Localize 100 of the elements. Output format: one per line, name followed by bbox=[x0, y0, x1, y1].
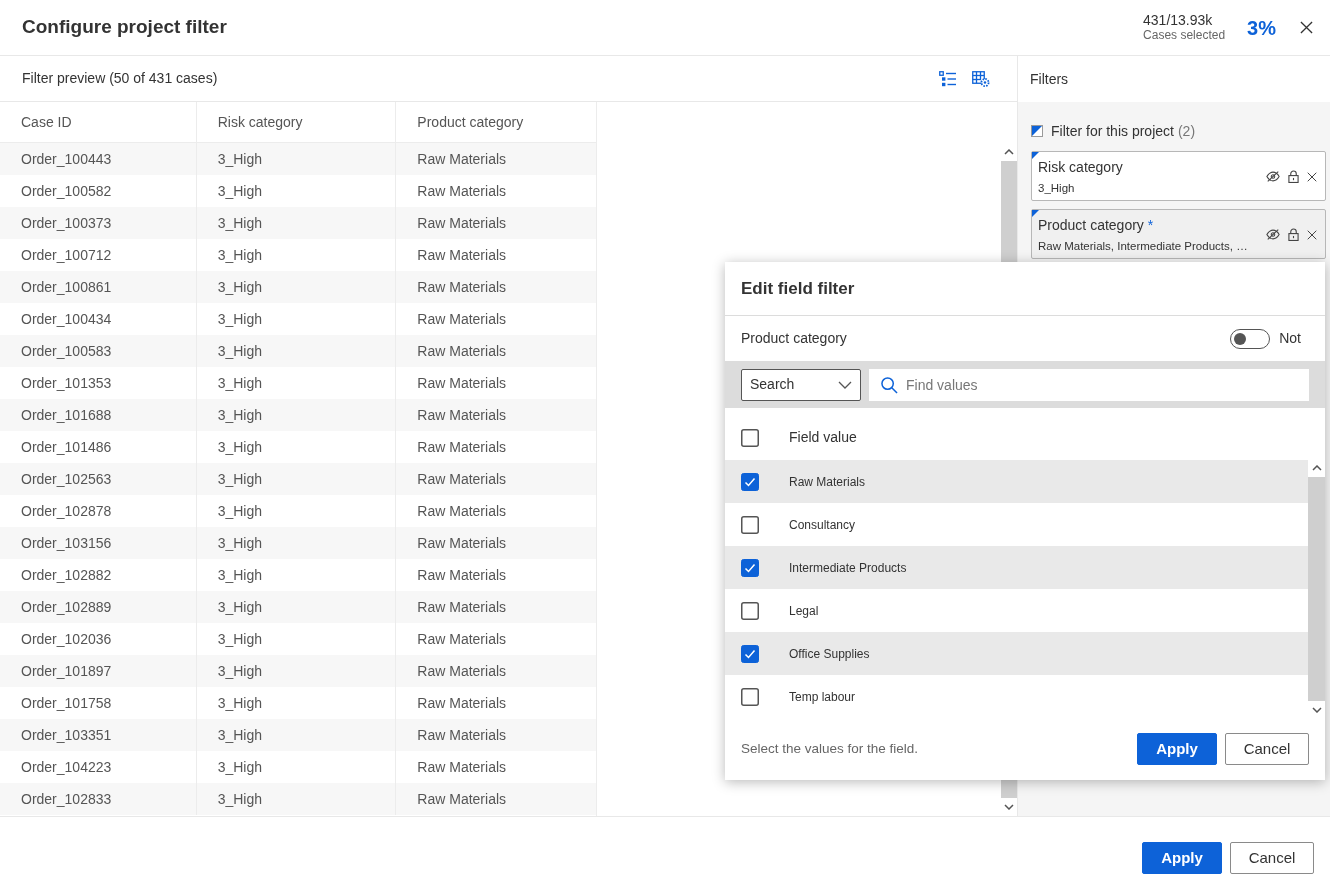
apply-button[interactable]: Apply bbox=[1142, 842, 1222, 874]
case-count: 431/13.93k bbox=[1143, 12, 1214, 28]
table-cell: Order_101897 bbox=[0, 655, 197, 687]
table-cell: 3_High bbox=[196, 143, 397, 175]
value-label: Consultancy bbox=[789, 516, 856, 534]
close-icon[interactable] bbox=[1300, 21, 1313, 34]
checkbox[interactable] bbox=[741, 472, 759, 491]
modified-marker: * bbox=[1147, 216, 1154, 235]
filter-card[interactable]: Risk category 3_High bbox=[1031, 151, 1326, 201]
table-cell: Order_102889 bbox=[0, 591, 197, 623]
column-header[interactable]: Product category bbox=[396, 102, 596, 142]
checkbox[interactable] bbox=[741, 558, 759, 577]
checkbox[interactable] bbox=[741, 687, 759, 706]
table-cell: 3_High bbox=[196, 207, 397, 239]
table-cell: Order_100861 bbox=[0, 271, 197, 303]
dialog-title: Configure project filter bbox=[22, 15, 227, 40]
value-label: Legal bbox=[789, 602, 819, 620]
caret-down-icon[interactable] bbox=[1311, 707, 1322, 713]
toggle-label: Not bbox=[1279, 329, 1301, 348]
column-header[interactable]: Case ID bbox=[0, 102, 197, 142]
table-cell-text: Raw Materials bbox=[416, 405, 508, 425]
table-cell-text: Raw Materials bbox=[416, 149, 508, 169]
checkbox[interactable] bbox=[741, 644, 759, 663]
table-cell-text: Raw Materials bbox=[416, 789, 508, 809]
close-icon[interactable] bbox=[1307, 171, 1317, 182]
filter-value: Raw Materials, Intermediate Products, … bbox=[1038, 239, 1248, 254]
table-cell: Order_100583 bbox=[0, 335, 197, 367]
table-cell: 3_High bbox=[196, 271, 397, 303]
caret-up-icon[interactable] bbox=[1004, 149, 1014, 155]
table-cell-text: Raw Materials bbox=[416, 437, 508, 457]
search-icon bbox=[881, 376, 898, 394]
table-cell: 3_High bbox=[196, 463, 397, 495]
table-cell-text: Raw Materials bbox=[416, 373, 508, 393]
table-cell: Order_102563 bbox=[0, 463, 197, 495]
list-header-label: Field value bbox=[789, 428, 857, 447]
table-cell-text: Raw Materials bbox=[416, 469, 508, 489]
table-cell: Order_102833 bbox=[0, 783, 197, 815]
search-field[interactable]: Find values bbox=[869, 368, 1309, 401]
value-label: Office Supplies bbox=[789, 645, 870, 663]
hint-text: Select the values for the field. bbox=[741, 739, 919, 758]
table-cell-text: Raw Materials bbox=[416, 661, 508, 681]
lock-icon[interactable] bbox=[1288, 170, 1299, 183]
percent-value: 3% bbox=[1247, 15, 1276, 41]
table-cell-text: Raw Materials bbox=[416, 181, 508, 201]
lock-icon[interactable] bbox=[1288, 228, 1299, 241]
checkbox[interactable] bbox=[741, 601, 759, 620]
mode-select[interactable]: Search bbox=[741, 368, 861, 401]
table-cell: 3_High bbox=[196, 335, 397, 367]
preview-title: Filter preview (50 of 431 cases) bbox=[22, 69, 218, 88]
eye-slash-icon[interactable] bbox=[1266, 171, 1280, 182]
filter-card[interactable]: Product category * Raw Materials, Intermediate Products, … bbox=[1031, 209, 1326, 259]
caret-up-icon[interactable] bbox=[1311, 465, 1322, 471]
scrollbar-thumb[interactable] bbox=[1308, 477, 1325, 701]
table-cell-text: Raw Materials bbox=[416, 341, 508, 361]
table-cell: 3_High bbox=[196, 719, 397, 751]
table-cell: Order_103351 bbox=[0, 719, 197, 751]
filter-value: 3_High bbox=[1038, 181, 1075, 196]
value-label: Raw Materials bbox=[789, 473, 866, 491]
table-cell-text: Raw Materials bbox=[416, 629, 508, 649]
table-cell-text: Raw Materials bbox=[416, 693, 508, 713]
group-label: Filter for this project bbox=[1051, 121, 1174, 141]
table-cell: 3_High bbox=[196, 591, 397, 623]
checkbox[interactable] bbox=[741, 428, 759, 447]
cancel-button[interactable]: Cancel bbox=[1225, 733, 1309, 765]
table-cell-text: Raw Materials bbox=[416, 725, 508, 745]
partial-checkbox[interactable] bbox=[1031, 125, 1043, 137]
close-icon[interactable] bbox=[1307, 229, 1317, 240]
apply-button[interactable]: Apply bbox=[1137, 733, 1217, 765]
table-gear-icon[interactable] bbox=[972, 70, 990, 87]
column-header[interactable]: Risk category bbox=[196, 102, 397, 142]
table-cell-text: Raw Materials bbox=[416, 597, 508, 617]
filter-name: Risk category bbox=[1038, 158, 1123, 177]
list-icon[interactable] bbox=[939, 70, 956, 87]
caret-down-icon[interactable] bbox=[1004, 804, 1014, 810]
table-cell: Order_100373 bbox=[0, 207, 197, 239]
panel-title: Filters bbox=[1030, 69, 1069, 89]
value-label: Intermediate Products bbox=[789, 559, 907, 577]
table-cell-text: Raw Materials bbox=[416, 309, 508, 329]
table-cell: Order_100443 bbox=[0, 143, 197, 175]
case-count-label: Cases selected bbox=[1143, 28, 1226, 43]
table-cell-text: Raw Materials bbox=[416, 213, 508, 233]
checkbox[interactable] bbox=[741, 515, 759, 534]
table-cell: 3_High bbox=[196, 527, 397, 559]
value-label: Temp labour bbox=[789, 688, 856, 706]
table-cell: 3_High bbox=[196, 399, 397, 431]
table-cell-text: Raw Materials bbox=[416, 501, 508, 521]
table-cell: Order_101688 bbox=[0, 399, 197, 431]
table-cell-text: Raw Materials bbox=[416, 757, 508, 777]
table-cell-text: Raw Materials bbox=[416, 533, 508, 553]
table-cell: 3_High bbox=[196, 783, 397, 815]
field-name: Product category bbox=[741, 329, 847, 348]
popup-title: Edit field filter bbox=[741, 277, 855, 300]
group-count: (2) bbox=[1177, 121, 1196, 141]
filter-name: Product category bbox=[1038, 216, 1144, 235]
table-cell-text: Raw Materials bbox=[416, 245, 508, 265]
eye-slash-icon[interactable] bbox=[1266, 229, 1280, 240]
table-cell: 3_High bbox=[196, 655, 397, 687]
cancel-button[interactable]: Cancel bbox=[1230, 842, 1314, 874]
table-cell: Order_103156 bbox=[0, 527, 197, 559]
chevron-down-icon[interactable] bbox=[838, 380, 852, 389]
